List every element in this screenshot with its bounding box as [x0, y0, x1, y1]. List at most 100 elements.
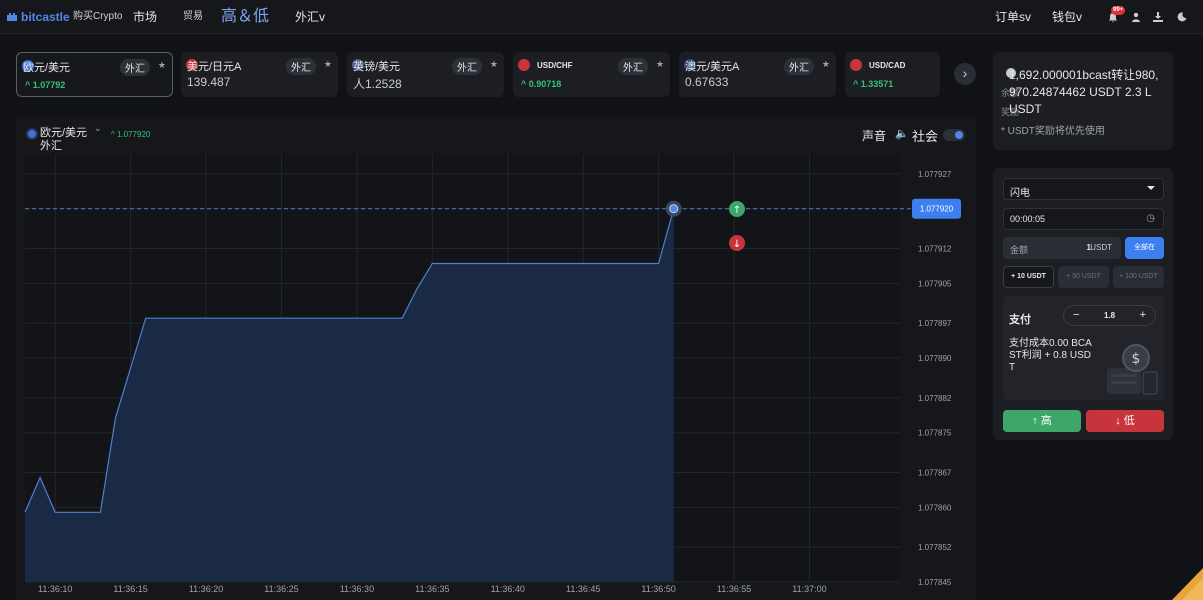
arrow-down-glyph: ↓: [733, 239, 741, 250]
duration-field[interactable]: 00:00:05 ◷: [1003, 208, 1164, 230]
star-icon[interactable]: ★: [656, 59, 664, 70]
all-in-button[interactable]: 全部在: [1125, 237, 1164, 259]
moon-icon[interactable]: [1176, 0, 1188, 34]
caret-down-icon: [1147, 186, 1155, 190]
x-tick-label: 11:36:50: [641, 584, 675, 594]
ticker-card-gbp-usd[interactable]: 英镑/美元 外汇 ★ 人1.2528: [347, 52, 504, 97]
chart-panel: 11:36:10 11:36:15 11:36:20 11:36:25 11:36:30…: [16, 116, 976, 600]
y-tick-label: 1.077882: [918, 394, 952, 403]
ticker-tag: 外汇: [618, 58, 648, 75]
social-label: 社会: [912, 129, 939, 144]
ticker-card-eur-usd[interactable]: 欧元/美元 外汇 ★ ^ 1.07792: [16, 52, 173, 97]
corner-decoration-icon: [1172, 568, 1203, 600]
payout-description: 支付成本0.00 BCAST利润 + 0.8 USDT: [1009, 338, 1092, 373]
x-tick-label: 11:37:00: [792, 584, 826, 594]
nav-forex[interactable]: 外汇v: [295, 0, 325, 34]
chevron-down-icon[interactable]: ⌄: [94, 123, 102, 134]
ticker-name: USD/CAD: [869, 61, 906, 70]
x-tick-label: 11:36:40: [491, 584, 525, 594]
y-tick-label: 1.077852: [918, 543, 952, 552]
brand-logo[interactable]: bitcastle: [6, 0, 70, 34]
high-button[interactable]: ↑ 高: [1003, 410, 1081, 432]
x-tick-label: 11:36:10: [38, 584, 72, 594]
y-tick-label: 1.077897: [918, 319, 952, 328]
eu-flag-icon: [26, 128, 38, 140]
user-icon[interactable]: [1130, 0, 1142, 34]
ticker-card-aud-usd[interactable]: 澳元/美元A 外汇 ★ 0.67633: [679, 52, 836, 97]
ticker-card-usd-cad[interactable]: USD/CAD ^ 1.33571: [845, 52, 940, 97]
nav-trade[interactable]: 贸易: [183, 0, 203, 34]
ticker-price: 139.487: [187, 75, 231, 89]
bonus-card: 余额 奖励 1,692.000001bcast转让980,970.2487446…: [993, 52, 1173, 150]
ticker-card-usd-jpy[interactable]: 美元/日元A 外汇 ★ 139.487: [181, 52, 338, 97]
low-button-label: 低: [1123, 415, 1135, 427]
chart-pair-type: 外汇: [40, 140, 62, 152]
ticker-name: 英镑/美元: [353, 61, 401, 73]
ticker-name: 美元/日元A: [187, 61, 242, 73]
arrow-up-icon: ↑: [1032, 415, 1041, 427]
bonus-note: * USDT奖励将优先使用: [1001, 126, 1105, 137]
trade-mode-select[interactable]: 闪电: [1003, 178, 1164, 200]
ticker-tag: 外汇: [784, 58, 814, 75]
x-tick-label: 11:36:25: [264, 584, 298, 594]
payout-label: 支付: [1009, 314, 1031, 326]
nav-high-low[interactable]: 高＆低: [221, 0, 269, 34]
ticker-price: 人1.2528: [353, 77, 402, 91]
star-icon[interactable]: ★: [158, 60, 166, 71]
y-tick-label: 1.077890: [918, 354, 952, 363]
payout-box: 支付 − 1.8 + 支付成本0.00 BCAST利润 + 0.8 USDT $: [1003, 296, 1164, 400]
y-tick-label: 1.077867: [918, 469, 952, 478]
ticker-name: 澳元/美元A: [685, 61, 740, 73]
download-icon[interactable]: [1152, 0, 1164, 34]
quick-amount-50[interactable]: + 50 USDT: [1058, 266, 1109, 288]
ticker-tag: 外汇: [120, 59, 150, 76]
x-tick-label: 11:36:55: [717, 584, 751, 594]
nav-market[interactable]: 市场: [133, 0, 157, 34]
amount-label: 金额: [1010, 245, 1029, 255]
quick-amount-10[interactable]: + 10 USDT: [1003, 266, 1054, 288]
star-icon[interactable]: ★: [490, 59, 498, 70]
sound-label: 声音: [862, 129, 887, 143]
y-tick-label: 1.077927: [918, 170, 952, 179]
star-icon[interactable]: ★: [822, 59, 830, 70]
quick-amount-100[interactable]: + 100 USDT: [1113, 266, 1164, 288]
nav-orders[interactable]: 订单sv: [995, 0, 1031, 34]
ticker-tag: 外汇: [452, 58, 482, 75]
ticker-price: 0.67633: [685, 75, 729, 89]
y-tick-label: 1.077905: [918, 279, 952, 288]
us-flag-icon: [518, 59, 530, 71]
current-price-label: 1.077920: [920, 205, 954, 214]
ticker-card-usd-chf[interactable]: USD/CHF 外汇 ★ ^ 0.90718: [513, 52, 670, 97]
ticker-next-arrow-icon[interactable]: ›: [954, 63, 976, 85]
brand-name: bitcastle: [21, 10, 70, 24]
trade-panel: 闪电 00:00:05 ◷ 金额 1 USDT 全部在 + 10 USDT + …: [993, 168, 1173, 440]
plus-button[interactable]: +: [1140, 309, 1146, 321]
notification-badge: 99+: [1111, 6, 1126, 15]
ticker-name: USD/CHF: [537, 61, 573, 70]
x-tick-label: 11:36:15: [113, 584, 147, 594]
x-tick-label: 11:36:45: [566, 584, 600, 594]
arrow-up-glyph: ↑: [733, 205, 741, 216]
trade-mode-value: 闪电: [1010, 188, 1030, 199]
nav-buy-crypto[interactable]: 购买Crypto: [73, 0, 122, 34]
high-button-label: 高: [1040, 415, 1052, 427]
amount-input[interactable]: 金额 1 USDT: [1003, 237, 1121, 259]
social-toggle[interactable]: [943, 129, 965, 141]
top-nav: bitcastle 购买Crypto 市场 贸易 高＆低 外汇v 订单sv 钱包…: [0, 0, 1203, 34]
nav-wallet[interactable]: 钱包v: [1052, 0, 1082, 34]
x-tick-label: 11:36:30: [340, 584, 374, 594]
bitcastle-logo-icon: [7, 13, 17, 21]
price-marker: [669, 204, 679, 214]
price-chart[interactable]: 11:36:10 11:36:15 11:36:20 11:36:25 11:36:30…: [16, 116, 976, 600]
svg-text:$: $: [1132, 351, 1141, 367]
y-tick-label: 1.077912: [918, 245, 952, 254]
star-icon[interactable]: ★: [324, 59, 332, 70]
y-tick-label: 1.077875: [918, 429, 952, 438]
speaker-icon[interactable]: 🔈: [895, 127, 909, 140]
coin-stack-illustration-icon: $: [1107, 344, 1158, 395]
bonus-transfer-text: 1,692.000001bcast转让980,970.24874462 USDT…: [1009, 68, 1159, 116]
clock-icon: ◷: [1146, 213, 1155, 224]
x-tick-label: 11:36:35: [415, 584, 449, 594]
low-button[interactable]: ↓ 低: [1086, 410, 1164, 432]
ticker-name: 欧元/美元: [23, 62, 71, 74]
